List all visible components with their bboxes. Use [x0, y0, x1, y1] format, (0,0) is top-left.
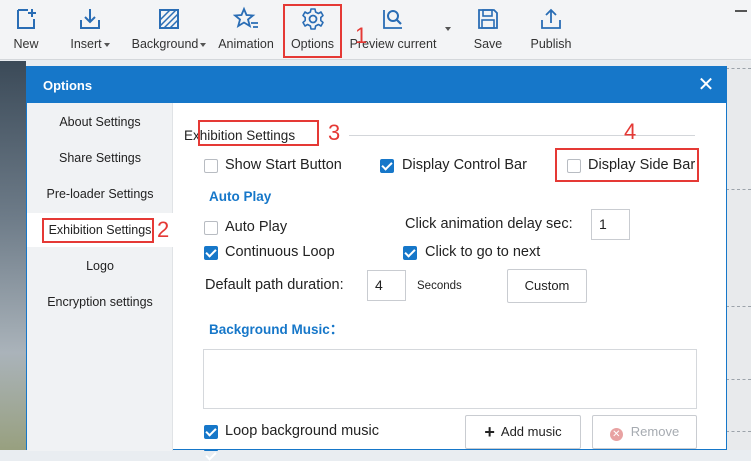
- display-side-bar-checkbox[interactable]: [567, 159, 581, 173]
- preview-magnifier-icon: [383, 10, 402, 29]
- path-duration-input[interactable]: 4: [367, 270, 406, 301]
- background-button[interactable]: Background: [128, 0, 210, 58]
- continuous-loop-checkbox[interactable]: [204, 246, 218, 260]
- section-divider: [349, 135, 695, 136]
- publish-button[interactable]: Publish: [526, 0, 576, 58]
- sidebar-item-about-settings[interactable]: About Settings: [27, 105, 173, 139]
- new-button[interactable]: New: [4, 0, 48, 58]
- click-to-next-checkbox[interactable]: [403, 246, 417, 260]
- publish-label: Publish: [530, 37, 572, 51]
- close-icon[interactable]: ✕: [694, 73, 718, 97]
- display-control-bar-checkbox[interactable]: [380, 159, 394, 173]
- preview-caret-down-icon[interactable]: [445, 27, 451, 31]
- seconds-label: Seconds: [417, 280, 462, 292]
- background-label: Background: [131, 37, 199, 51]
- background-scene-left: [0, 61, 26, 450]
- remove-label: Remove: [630, 424, 680, 439]
- save-button[interactable]: Save: [466, 0, 510, 58]
- caret-down-icon: [103, 42, 110, 47]
- new-label: New: [13, 37, 39, 51]
- sidebar-item-share-settings[interactable]: Share Settings: [27, 141, 173, 175]
- click-delay-input[interactable]: 1: [591, 209, 630, 240]
- remove-circle-icon: ✕: [609, 428, 623, 441]
- exhibition-settings-panel: Exhibition Settings Show Start Button Di…: [174, 103, 726, 451]
- options-dialog: Options ✕ About Settings Share Settings …: [26, 66, 727, 451]
- animation-label: Animation: [218, 37, 274, 51]
- show-start-button-checkbox[interactable]: [204, 159, 218, 173]
- minimize-icon[interactable]: [735, 10, 747, 12]
- display-side-bar-label: Display Side Bar: [588, 157, 696, 173]
- animation-button[interactable]: Animation: [214, 0, 278, 58]
- new-page-icon: [17, 9, 36, 29]
- background-music-list[interactable]: [203, 349, 697, 409]
- click-delay-label: Click animation delay sec:: [405, 216, 573, 232]
- animation-star-icon: [233, 6, 258, 28]
- next-row-checkbox-partial[interactable]: [204, 449, 218, 451]
- publish-upload-icon: [541, 8, 561, 29]
- background-music-heading: Background Music：: [209, 322, 344, 337]
- preview-current-label: Preview current: [349, 37, 437, 51]
- auto-play-checkbox[interactable]: [204, 221, 218, 235]
- remove-button[interactable]: ✕ Remove: [592, 415, 697, 449]
- toolbar: New Insert Background Animation Options: [0, 0, 751, 60]
- background-pattern-icon: [159, 9, 179, 29]
- sidebar-item-logo[interactable]: Logo: [27, 249, 173, 283]
- continuous-loop-label: Continuous Loop: [225, 244, 335, 260]
- path-duration-label: Default path duration:: [205, 277, 344, 293]
- save-label: Save: [473, 37, 503, 51]
- custom-button[interactable]: Custom: [507, 269, 587, 303]
- section-title: Exhibition Settings: [184, 128, 296, 143]
- caret-down-icon: [200, 42, 207, 47]
- plus-icon: +: [484, 422, 495, 442]
- auto-play-label: Auto Play: [225, 219, 288, 235]
- show-start-button-label: Show Start Button: [225, 157, 342, 173]
- click-to-next-label: Click to go to next: [425, 244, 541, 260]
- insert-label: Insert: [70, 37, 102, 51]
- auto-play-heading: Auto Play: [209, 189, 272, 204]
- loop-background-music-label: Loop background music: [225, 423, 379, 439]
- insert-download-icon: [80, 9, 100, 29]
- save-floppy-icon: [478, 9, 498, 29]
- preview-current-button[interactable]: Preview current: [346, 0, 440, 58]
- dialog-title: Options: [43, 78, 93, 93]
- options-sidebar: About Settings Share Settings Pre-loader…: [27, 103, 173, 451]
- background-scene-right: [726, 61, 751, 450]
- options-label: Options: [290, 37, 335, 51]
- gear-icon: [301, 8, 324, 30]
- display-control-bar-label: Display Control Bar: [402, 157, 527, 173]
- sidebar-item-encryption-settings[interactable]: Encryption settings: [27, 285, 173, 319]
- add-music-label: Add music: [500, 424, 562, 439]
- insert-button[interactable]: Insert: [66, 0, 114, 58]
- options-button[interactable]: Options: [283, 0, 342, 58]
- add-music-button[interactable]: + Add music: [465, 415, 581, 449]
- sidebar-item-exhibition-settings[interactable]: Exhibition Settings: [27, 213, 173, 247]
- sidebar-item-preloader-settings[interactable]: Pre-loader Settings: [27, 177, 173, 211]
- dialog-title-bar: Options ✕: [27, 67, 726, 103]
- loop-background-music-checkbox[interactable]: [204, 425, 218, 439]
